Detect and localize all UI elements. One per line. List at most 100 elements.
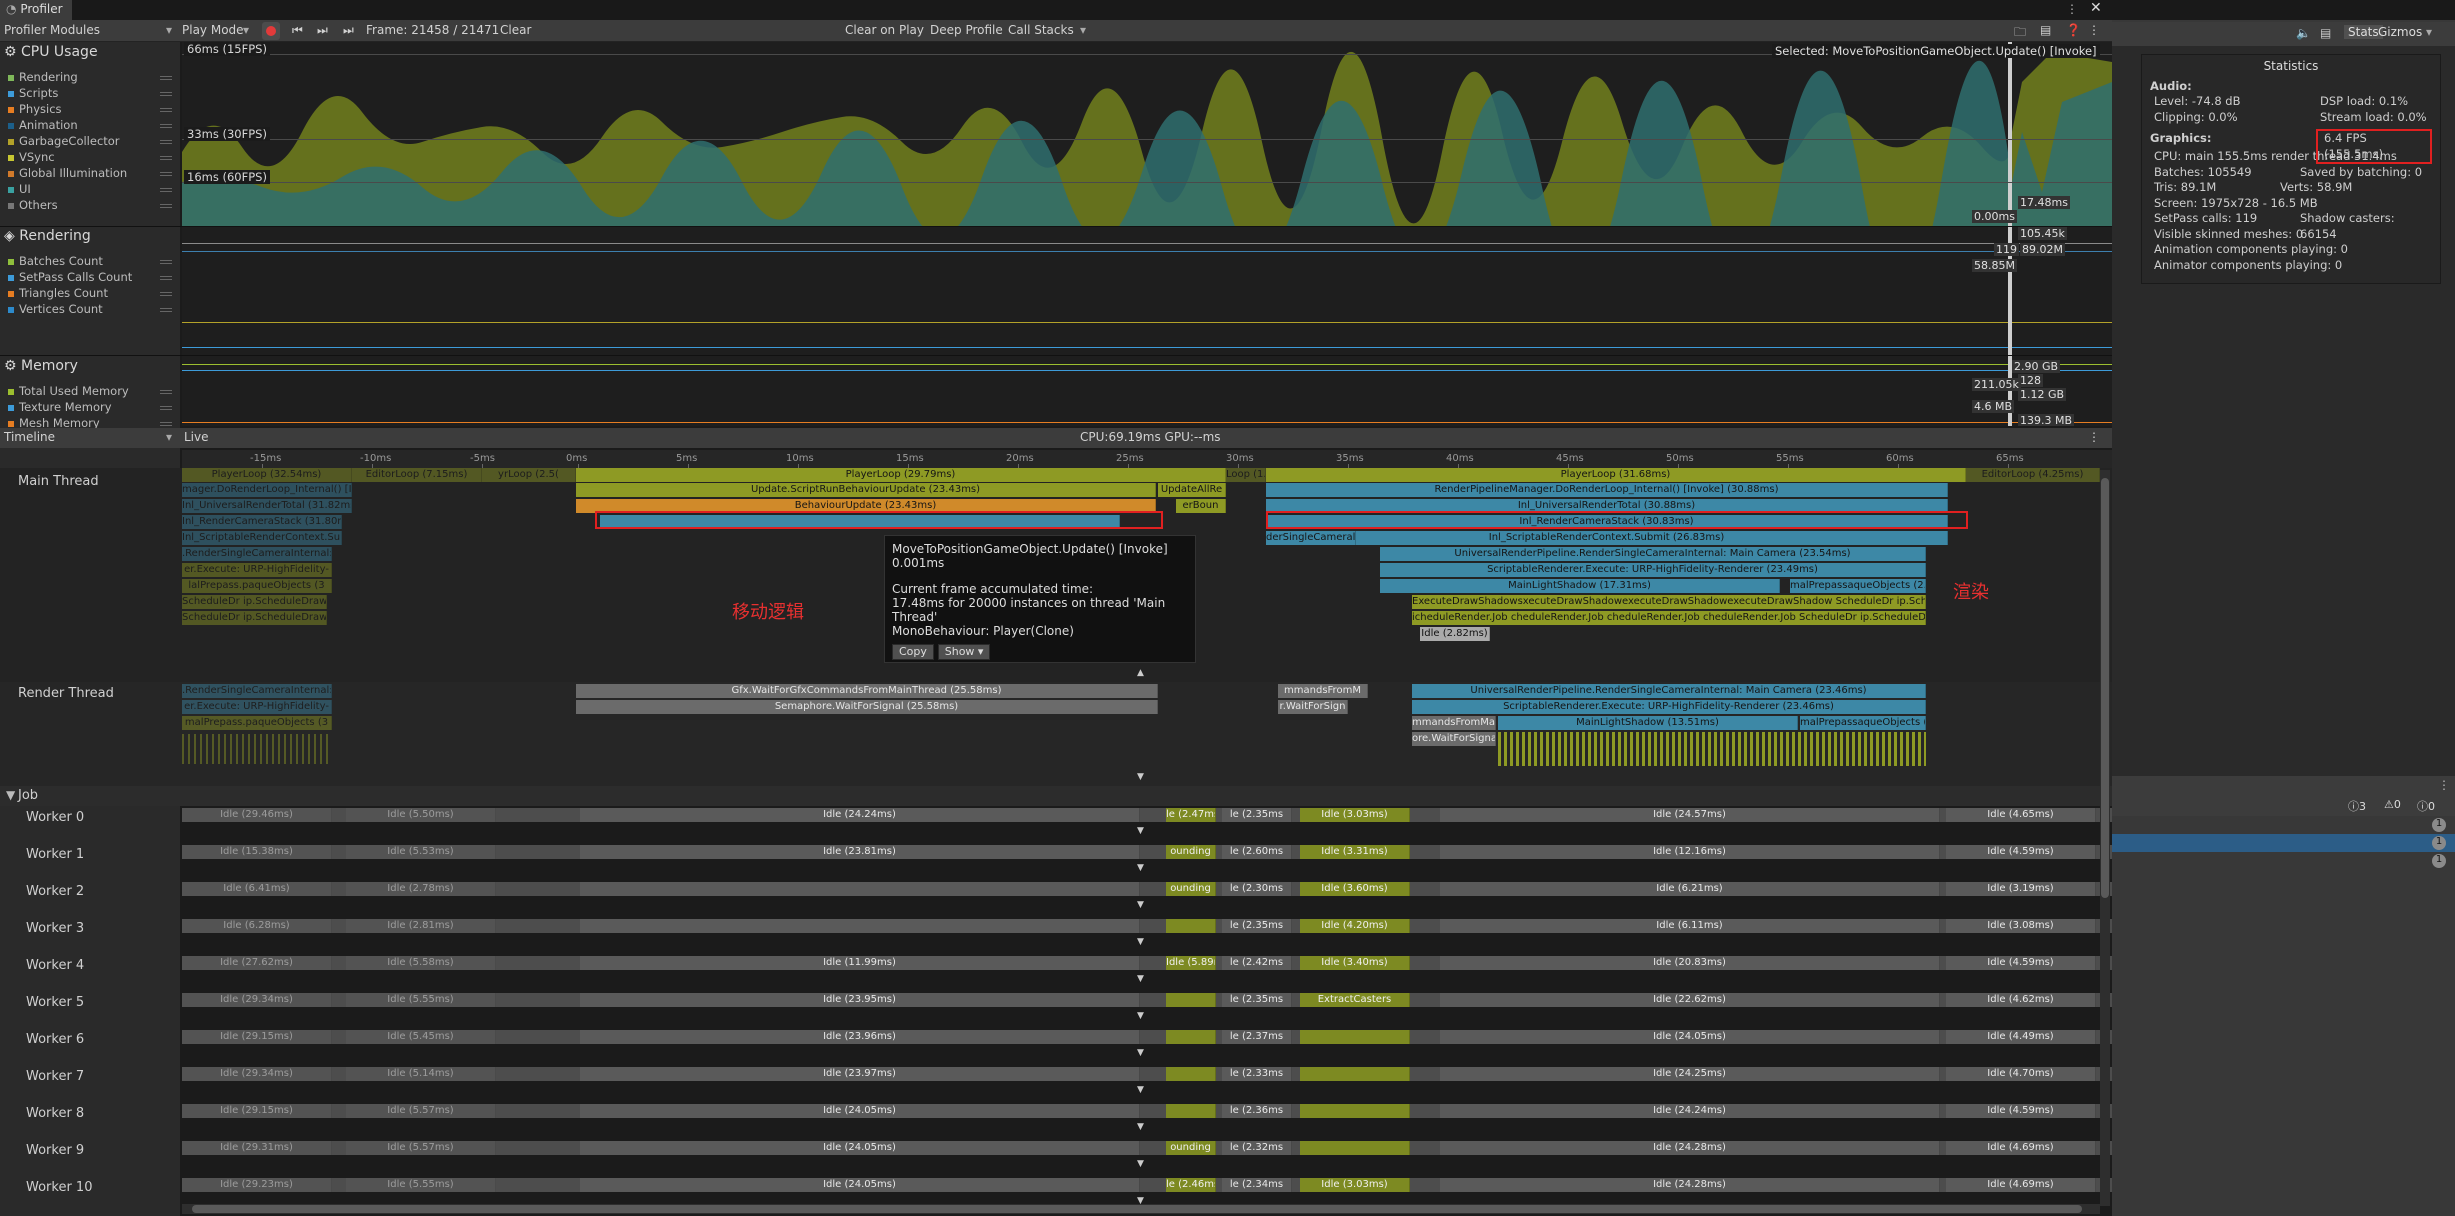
more-menu-icon[interactable]: ⋮ [2066,2,2078,16]
job-sample-bar[interactable]: Idle (6.41ms) [182,882,332,896]
job-sample-bar[interactable]: Idle (5.57ms) [346,1104,496,1118]
job-sample-bar[interactable]: Idle (24.28ms) [1440,1178,1940,1192]
scroll-thumb[interactable] [2101,478,2109,898]
show-button[interactable]: Show ▾ [937,644,991,660]
timeline-hscrollbar[interactable] [182,1204,2100,1214]
job-sample-bar[interactable]: Idle (29.34ms) [182,993,332,1007]
deep-profile-button[interactable]: Deep Profile [930,23,1003,37]
job-sample-bar[interactable]: Idle (23.81ms) [580,845,1140,859]
sample-bar[interactable]: malPrepass.paqueObjects (3 [182,716,332,730]
job-sample-bar[interactable] [1300,1067,1410,1081]
sample-bar[interactable]: Loop (1.6 [1226,468,1266,482]
sample-bar[interactable]: ore.WaitForSignal [1412,732,1496,746]
sample-bar[interactable]: Inl_ScriptableRenderContext.Submit (26.8… [1266,531,1948,545]
last-frame-icon[interactable]: ⏭ [343,23,354,38]
drag-handle[interactable] [160,422,172,426]
job-sample-bar[interactable]: le (2.46ms [1166,1178,1216,1192]
scroll-thumb[interactable] [192,1205,2082,1213]
job-sample-bar[interactable] [580,919,1140,933]
job-sample-bar[interactable]: Idle (5.45ms) [346,1030,496,1044]
job-group-header[interactable]: ▼ Job [0,786,2112,806]
job-sample-bar[interactable]: Idle (4.62ms) [1946,993,2096,1007]
drag-handle[interactable] [160,390,172,394]
job-sample-bar[interactable]: Idle (29.15ms) [182,1030,332,1044]
help-icon[interactable]: ❓ [2066,23,2081,37]
expand-chevron-icon[interactable]: ▼ [1137,974,1144,984]
job-sample-bar[interactable]: Idle (29.46ms) [182,808,332,822]
sample-bar[interactable]: er.Execute: URP-HighFidelity- [182,563,332,577]
job-sample-bar[interactable]: Idle (23.97ms) [580,1067,1140,1081]
job-sample-bar[interactable]: Idle (4.69ms) [1946,1141,2096,1155]
job-sample-bar[interactable]: Idle (3.60ms) [1300,882,1410,896]
sample-bar[interactable]: malPrepassaqueObjects (2. [1790,579,1926,593]
drag-handle[interactable] [160,172,172,176]
expand-chevron-icon[interactable]: ▼ [1137,1122,1144,1132]
job-sample-bar[interactable]: Idle (22.62ms) [1440,993,1940,1007]
job-sample-bar[interactable]: Idle (15.38ms) [182,845,332,859]
job-sample-bar[interactable]: ExtractCasters [1300,993,1410,1007]
job-sample-bar[interactable]: ounding [1166,845,1216,859]
legend-item[interactable]: Animation [8,118,78,132]
sample-bar[interactable]: Inl_ScriptableRenderContext.Submit (28. [182,531,342,545]
job-sample-bar[interactable]: Idle (5.89ms) [1166,956,1216,970]
drag-handle[interactable] [160,124,172,128]
job-sample-bar[interactable]: Idle (4.69ms) [1946,1178,2096,1192]
job-sample-bar[interactable]: Idle (4.70ms) [1946,1067,2096,1081]
expand-chevron-icon[interactable]: ▼ [1137,1159,1144,1169]
job-sample-bar[interactable] [1166,1104,1216,1118]
expand-chevron-icon[interactable]: ▼ [1137,826,1144,836]
job-sample-bar[interactable]: Idle (24.25ms) [1440,1067,1940,1081]
legend-item[interactable]: Rendering [8,70,78,84]
expand-chevron-icon[interactable]: ▼ [1137,772,1144,782]
rendering-chart[interactable]: 105.45k 119 89.02M 58.85M [182,227,2112,355]
job-sample-bar[interactable]: Idle (20.83ms) [1440,956,1940,970]
job-sample-bar[interactable]: Idle (6.28ms) [182,919,332,933]
job-sample-bar[interactable]: Idle (3.31ms) [1300,845,1410,859]
job-sample-bar[interactable] [580,882,1140,896]
sample-bar[interactable]: mager.DoRenderLoop_Internal() [I [182,483,352,497]
sample-bar[interactable]: Semaphore.WaitForSignal (25.58ms) [576,700,1158,714]
job-sample-bar[interactable]: Idle (24.05ms) [580,1104,1140,1118]
job-sample-bar[interactable] [1166,1030,1216,1044]
expand-chevron-icon[interactable]: ▼ [1137,863,1144,873]
sample-bar[interactable]: erBoun [1176,499,1226,513]
job-sample-bar[interactable]: Idle (3.03ms) [1300,808,1410,822]
legend-item[interactable]: Others [8,198,58,212]
console-entry[interactable]: 1 [2112,834,2455,852]
legend-item[interactable]: Physics [8,102,62,116]
job-sample-bar[interactable]: Idle (4.59ms) [1946,956,2096,970]
save-icon[interactable]: ▤ [2040,23,2051,37]
sample-bar[interactable]: yrLoop (2.5( [482,468,576,482]
job-sample-bar[interactable]: le (2.60ms [1222,845,1292,859]
job-sample-bar[interactable] [1300,1030,1410,1044]
expand-chevron-icon[interactable]: ▲ [1137,668,1144,678]
display-icon[interactable]: ▤ [2320,26,2331,40]
sample-bar[interactable]: MainLightShadow (13.51ms) [1498,716,1798,730]
job-sample-bar[interactable]: Idle (3.08ms) [1946,919,2096,933]
job-sample-bar[interactable]: Idle (5.55ms) [346,1178,496,1192]
profiler-tab[interactable]: ◔ Profiler [0,0,72,20]
job-sample-bar[interactable]: Idle (3.40ms) [1300,956,1410,970]
job-sample-bar[interactable] [1300,1104,1410,1118]
job-sample-bar[interactable]: Idle (3.19ms) [1946,882,2096,896]
job-sample-bar[interactable]: Idle (4.59ms) [1946,1104,2096,1118]
job-sample-bar[interactable]: Idle (24.05ms) [1440,1030,1940,1044]
call-stacks-button[interactable]: Call Stacks [1008,23,1074,37]
sample-bar[interactable]: icheduleRender.Job cheduleRender.Job che… [1412,611,1926,625]
job-sample-bar[interactable]: Idle (5.57ms) [346,1141,496,1155]
error-count[interactable]: ⓘ0 [2417,798,2435,814]
frame-marker[interactable] [2008,42,2012,226]
legend-item[interactable]: Global Illumination [8,166,127,180]
sample-bar[interactable]: MainLightShadow (17.31ms) [1380,579,1780,593]
live-toggle[interactable]: Live [184,430,209,444]
drag-handle[interactable] [160,406,172,410]
job-sample-bar[interactable]: le (2.37ms [1222,1030,1292,1044]
job-sample-bar[interactable]: le (2.35ms [1222,808,1292,822]
job-sample-bar[interactable]: Idle (3.03ms) [1300,1178,1410,1192]
warning-count[interactable]: ⚠0 [2384,798,2401,811]
job-sample-bar[interactable]: le (2.34ms [1222,1178,1292,1192]
job-sample-bar[interactable]: Idle (29.31ms) [182,1141,332,1155]
job-sample-bar[interactable]: Idle (12.16ms) [1440,845,1940,859]
job-sample-bar[interactable]: le (2.33ms [1222,1067,1292,1081]
drag-handle[interactable] [160,260,172,264]
